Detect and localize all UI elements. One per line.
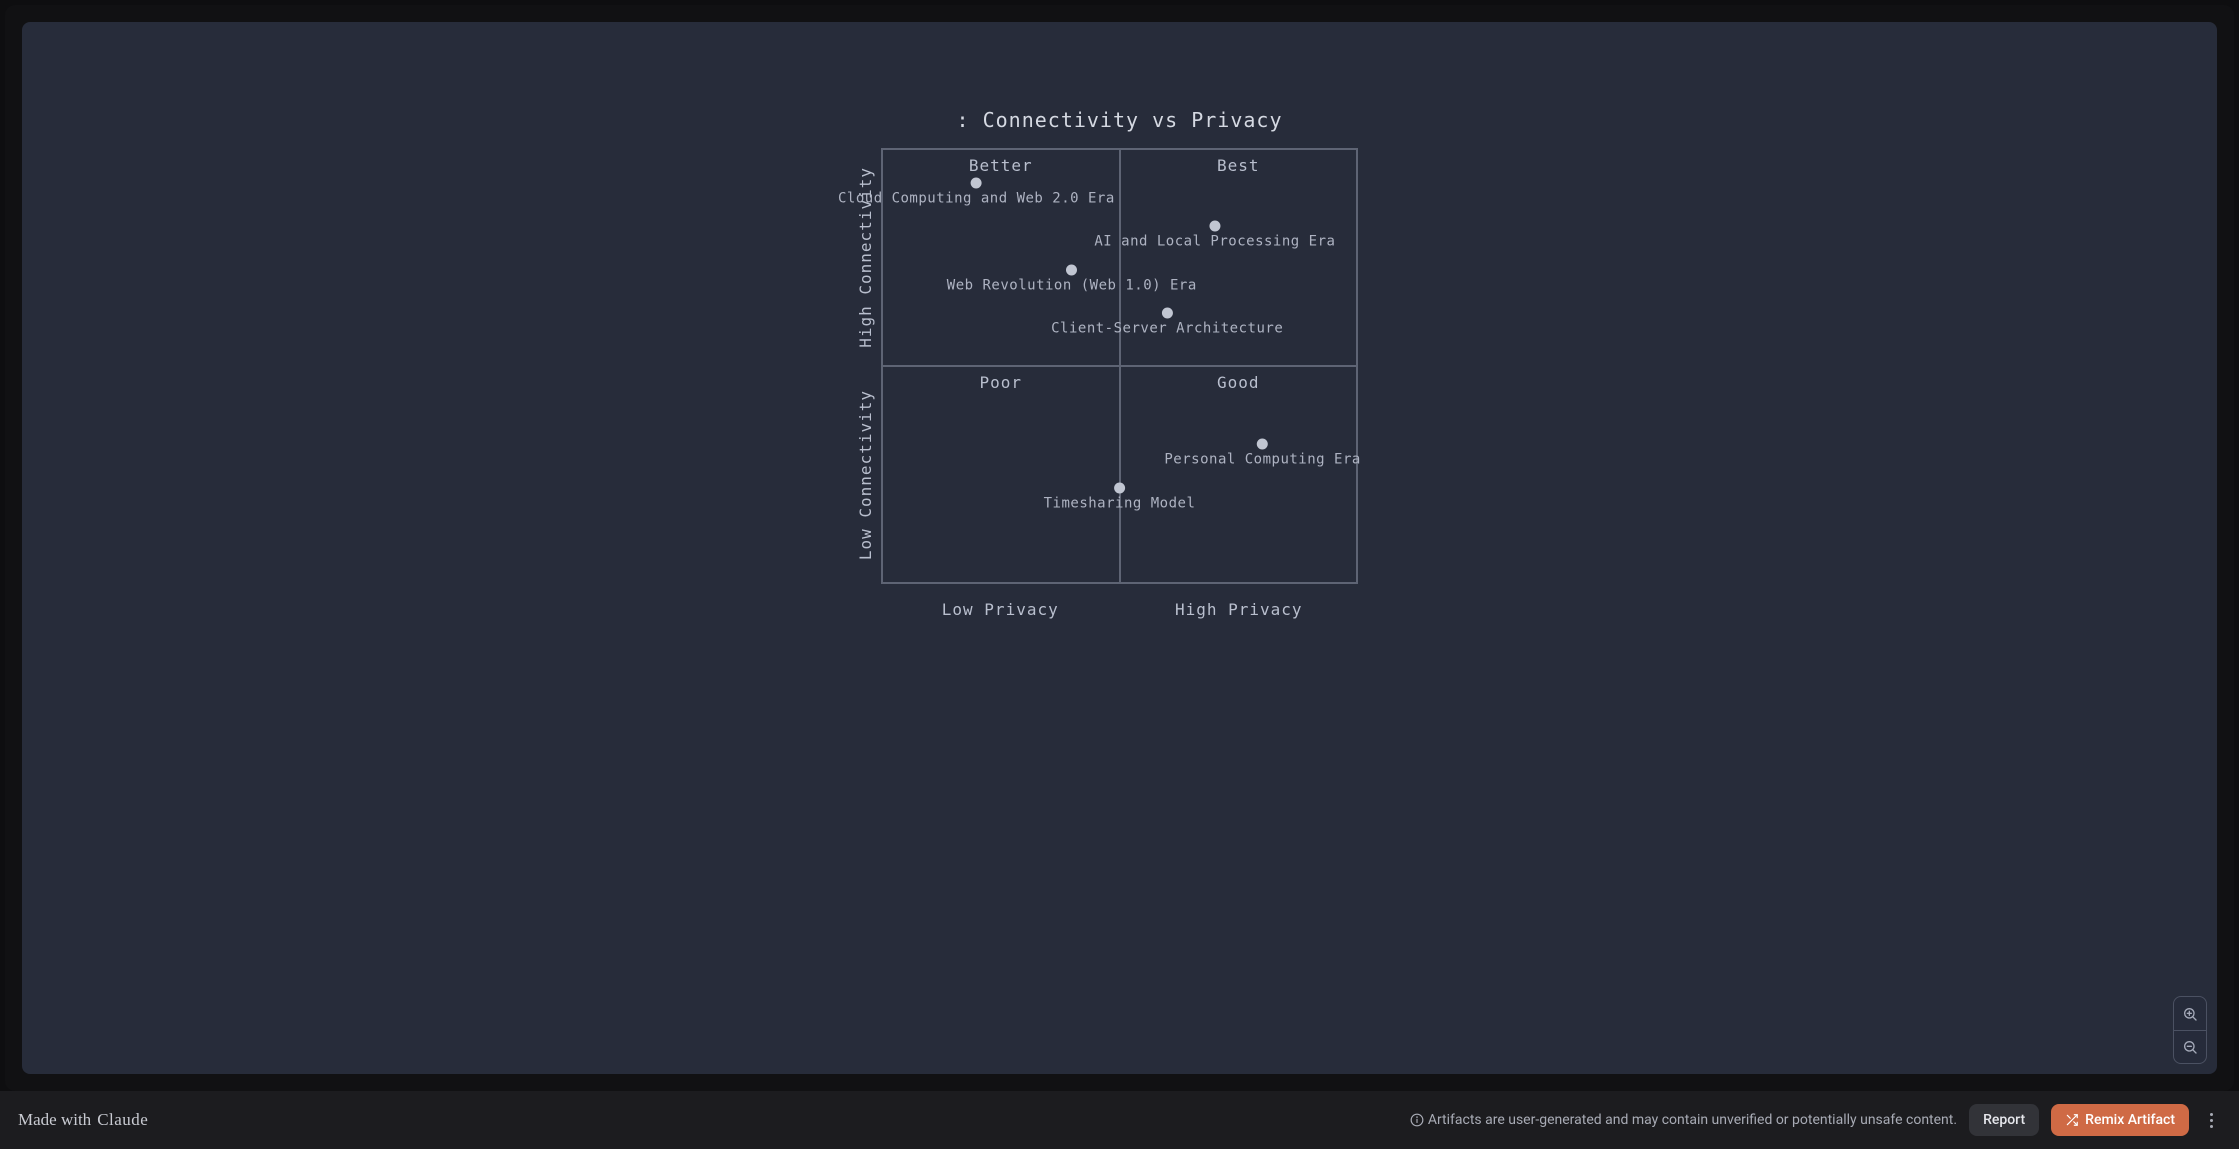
report-label: Report <box>1983 1112 2025 1128</box>
dot-icon <box>1257 439 1268 450</box>
y-axis-high-label: High Connectivity <box>856 167 875 348</box>
y-axis-low-label: Low Connectivity <box>856 390 875 560</box>
artifact-canvas: : Connectivity vs Privacy High Connectiv… <box>22 22 2217 1074</box>
points-layer: Cloud Computing and Web 2.0 EraAI and Lo… <box>881 148 1358 584</box>
made-with-prefix: Made with <box>18 1110 91 1130</box>
data-point-label: Personal Computing Era <box>1164 452 1360 468</box>
more-menu-button[interactable] <box>2201 1104 2221 1136</box>
made-with-claude[interactable]: Made with Claude <box>18 1110 148 1130</box>
disclaimer: Artifacts are user-generated and may con… <box>1410 1112 1957 1128</box>
y-axis: High Connectivity Low Connectivity <box>853 148 877 584</box>
data-point-label: Timesharing Model <box>1044 495 1196 511</box>
zoom-in-icon <box>2182 1006 2198 1022</box>
disclaimer-text: Artifacts are user-generated and may con… <box>1428 1112 1957 1128</box>
data-point-label: Web Revolution (Web 1.0) Era <box>947 277 1197 293</box>
zoom-out-icon <box>2182 1039 2198 1055</box>
data-point: Client-Server Architecture <box>1051 308 1283 337</box>
data-point: Cloud Computing and Web 2.0 Era <box>838 177 1115 206</box>
data-point-label: Client-Server Architecture <box>1051 321 1283 337</box>
x-axis-high-label: High Privacy <box>1120 600 1359 619</box>
data-point: AI and Local Processing Era <box>1094 221 1335 250</box>
quadrant-chart: : Connectivity vs Privacy High Connectiv… <box>881 108 1358 619</box>
data-point-label: AI and Local Processing Era <box>1094 234 1335 250</box>
data-point: Timesharing Model <box>1044 482 1196 511</box>
dot-icon <box>1162 308 1173 319</box>
dot-icon <box>1209 221 1220 232</box>
zoom-in-button[interactable] <box>2174 997 2206 1030</box>
zoom-out-button[interactable] <box>2174 1030 2206 1063</box>
x-axis: Low Privacy High Privacy <box>881 600 1358 619</box>
remix-label: Remix Artifact <box>2085 1112 2175 1128</box>
chart-grid-shell: High Connectivity Low Connectivity Bette… <box>881 148 1358 584</box>
remix-artifact-button[interactable]: Remix Artifact <box>2051 1104 2189 1136</box>
dot-icon <box>971 177 982 188</box>
footer-bar: Made with Claude Artifacts are user-gene… <box>0 1091 2239 1149</box>
x-axis-low-label: Low Privacy <box>881 600 1120 619</box>
brand-name: Claude <box>97 1110 148 1130</box>
dot-icon <box>1066 264 1077 275</box>
outer-frame: : Connectivity vs Privacy High Connectiv… <box>5 5 2234 1091</box>
report-button[interactable]: Report <box>1969 1104 2039 1136</box>
dot-icon <box>1114 482 1125 493</box>
chart-title: : Connectivity vs Privacy <box>956 108 1282 132</box>
data-point: Web Revolution (Web 1.0) Era <box>947 264 1197 293</box>
info-icon <box>1410 1113 1424 1127</box>
data-point: Personal Computing Era <box>1164 439 1360 468</box>
zoom-controls <box>2173 996 2207 1064</box>
data-point-label: Cloud Computing and Web 2.0 Era <box>838 190 1115 206</box>
shuffle-icon <box>2065 1113 2079 1127</box>
